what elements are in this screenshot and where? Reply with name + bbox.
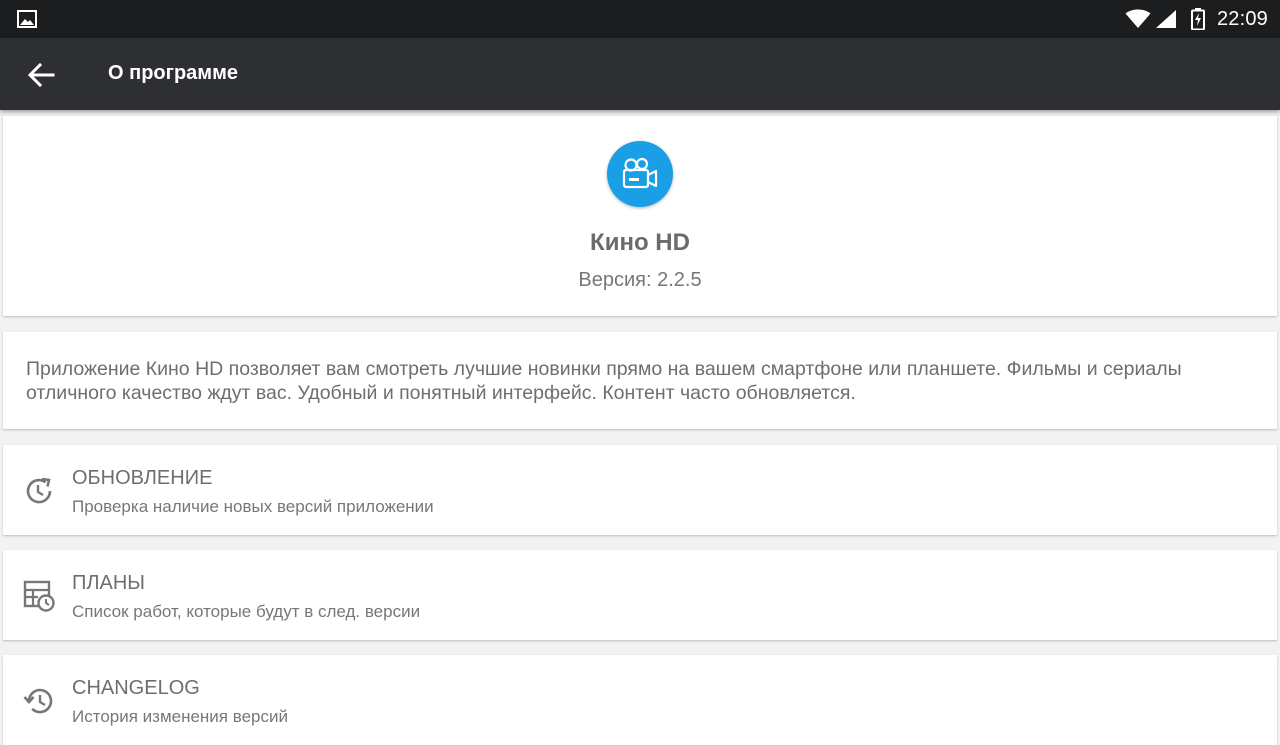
history-icon bbox=[23, 685, 55, 717]
page-title: О программе bbox=[108, 62, 239, 84]
changelog-item[interactable]: CHANGELOG История изменения версий bbox=[3, 655, 1277, 745]
app-logo bbox=[607, 141, 673, 207]
app-info-card: Кино HD Версия: 2.2.5 bbox=[3, 116, 1277, 316]
plans-item[interactable]: ПЛАНЫ Список работ, которые будут в след… bbox=[3, 550, 1277, 640]
schedule-list-icon bbox=[23, 580, 55, 612]
changelog-subtitle: История изменения версий bbox=[72, 707, 288, 726]
app-bar: О программе bbox=[0, 38, 1280, 110]
status-bar: 22:09 bbox=[0, 0, 1280, 38]
image-icon bbox=[17, 9, 37, 29]
app-description: Приложение Кино HD позволяет вам смотрет… bbox=[26, 358, 1182, 404]
wifi-icon bbox=[1125, 9, 1151, 29]
changelog-title: CHANGELOG bbox=[72, 677, 200, 699]
update-subtitle: Проверка наличие новых версий приложении bbox=[72, 497, 434, 516]
clock: 22:09 bbox=[1216, 7, 1268, 30]
cell-signal-icon bbox=[1155, 9, 1177, 29]
app-version: Версия: 2.2.5 bbox=[578, 269, 702, 291]
battery-charging-icon bbox=[1190, 8, 1205, 30]
update-item[interactable]: ОБНОВЛЕНИЕ Проверка наличие новых версий… bbox=[3, 445, 1277, 535]
description-card: Приложение Кино HD позволяет вам смотрет… bbox=[3, 332, 1277, 429]
update-icon bbox=[23, 475, 55, 507]
app-name: Кино HD bbox=[590, 229, 690, 256]
plans-title: ПЛАНЫ bbox=[72, 572, 145, 594]
plans-subtitle: Список работ, которые будут в след. верс… bbox=[72, 602, 421, 621]
arrow-back-icon[interactable] bbox=[26, 60, 56, 90]
video-camera-icon bbox=[622, 157, 658, 189]
update-title: ОБНОВЛЕНИЕ bbox=[72, 467, 213, 489]
